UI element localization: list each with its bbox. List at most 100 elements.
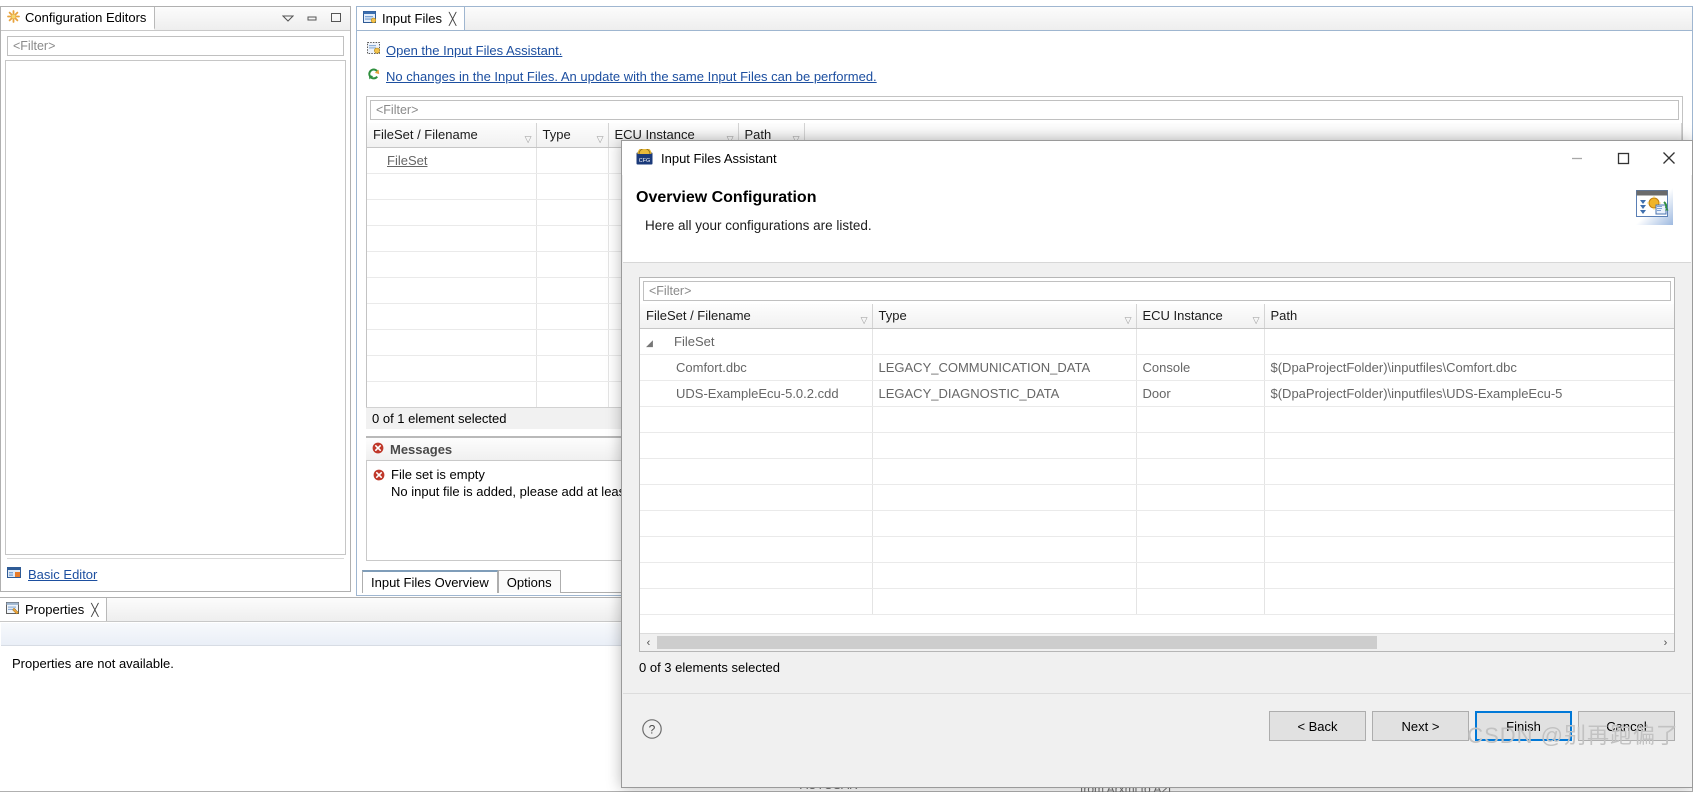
divider bbox=[7, 558, 344, 559]
input-files-filter-input[interactable]: <Filter> bbox=[370, 100, 1679, 120]
column-header-type[interactable]: Type ▽ bbox=[872, 304, 1137, 329]
tab-input-files[interactable]: Input Files ╳ bbox=[357, 7, 466, 30]
table-row[interactable]: UDS-ExampleEcu-5.0.2.cdd LEGACY_DIAGNOSTI… bbox=[640, 380, 1674, 407]
back-button[interactable]: < Back bbox=[1269, 711, 1366, 741]
table-row[interactable] bbox=[640, 484, 1674, 511]
horizontal-scrollbar[interactable]: ‹ › bbox=[640, 633, 1674, 651]
column-header-path[interactable]: Path bbox=[1264, 304, 1674, 329]
open-assistant-row[interactable]: Open the Input Files Assistant. bbox=[367, 42, 1692, 58]
column-header-type[interactable]: Type ▽ bbox=[536, 123, 609, 148]
cell-path bbox=[1264, 432, 1674, 459]
cell-type bbox=[536, 303, 609, 330]
configuration-editors-body: <Filter> Basic Editor bbox=[1, 32, 350, 591]
scroll-left-icon[interactable]: ‹ bbox=[640, 637, 657, 649]
filter-icon[interactable]: ▽ bbox=[861, 315, 868, 326]
tab-options[interactable]: Options bbox=[497, 570, 561, 593]
close-button[interactable] bbox=[1646, 142, 1692, 175]
cell-fileset bbox=[640, 536, 873, 563]
cell-path bbox=[1264, 458, 1674, 485]
dialog-subheading: Here all your configurations are listed. bbox=[645, 218, 872, 233]
cell-type bbox=[872, 536, 1137, 563]
cell-path bbox=[1264, 510, 1674, 537]
help-icon[interactable]: ? bbox=[641, 718, 663, 743]
tab-properties[interactable]: Properties ╳ bbox=[0, 598, 108, 621]
cell-fileset: Comfort.dbc bbox=[640, 354, 873, 381]
filter-icon[interactable]: ▽ bbox=[525, 134, 532, 145]
cell-fileset bbox=[640, 484, 873, 511]
properties-icon bbox=[6, 601, 20, 618]
cancel-button[interactable]: Cancel bbox=[1578, 711, 1675, 741]
finish-button[interactable]: Finish bbox=[1475, 711, 1572, 741]
cell-ecu bbox=[1136, 328, 1265, 355]
configurations-grid: FileSet / Filename ▽ Type ▽ ECU Instance… bbox=[640, 304, 1674, 615]
no-changes-row[interactable]: No changes in the Input Files. An update… bbox=[367, 68, 1692, 84]
dialog-title: Input Files Assistant bbox=[661, 150, 777, 166]
close-icon[interactable]: ╳ bbox=[91, 603, 98, 617]
filter-icon[interactable]: ▽ bbox=[597, 134, 604, 145]
column-header-fileset[interactable]: FileSet / Filename ▽ bbox=[640, 304, 873, 329]
cell-fileset bbox=[367, 277, 537, 304]
dialog-filter-input[interactable]: <Filter> bbox=[643, 281, 1671, 301]
column-header-fileset[interactable]: FileSet / Filename ▽ bbox=[367, 123, 537, 148]
basic-editor-row[interactable]: Basic Editor bbox=[7, 566, 97, 583]
cell-type bbox=[536, 225, 609, 252]
scrollbar-thumb[interactable] bbox=[657, 636, 1377, 649]
dialog-heading: Overview Configuration bbox=[636, 189, 817, 206]
next-button[interactable]: Next > bbox=[1372, 711, 1469, 741]
cell-type bbox=[536, 251, 609, 278]
cell-ecu bbox=[1136, 536, 1265, 563]
configuration-editors-view: Configuration Editors <Filter> Basic Edi… bbox=[0, 6, 351, 592]
dialog-titlebar[interactable]: CFG Input Files Assistant bbox=[622, 141, 1692, 175]
cell-ecu bbox=[1136, 458, 1265, 485]
configuration-editors-tree[interactable] bbox=[5, 60, 346, 555]
error-icon bbox=[372, 442, 384, 457]
column-header-ecu-instance[interactable]: ECU Instance ▽ bbox=[1136, 304, 1265, 329]
cell-type bbox=[536, 329, 609, 356]
no-changes-link[interactable]: No changes in the Input Files. An update… bbox=[386, 69, 877, 84]
minimize-button[interactable] bbox=[1554, 142, 1600, 175]
dialog-actions: < Back Next > Finish Cancel bbox=[1269, 711, 1675, 741]
tab-input-files-overview[interactable]: Input Files Overview bbox=[362, 570, 498, 593]
table-row[interactable] bbox=[640, 536, 1674, 563]
filter-icon[interactable]: ▽ bbox=[1253, 315, 1260, 326]
input-files-icon bbox=[363, 10, 377, 27]
dialog-content: <Filter> FileSet / Filename ▽ Type ▽ ECU… bbox=[623, 264, 1691, 694]
table-row[interactable]: Comfort.dbc LEGACY_COMMUNICATION_DATA Cons… bbox=[640, 354, 1674, 381]
cell-fileset bbox=[640, 406, 873, 433]
maximize-icon[interactable] bbox=[330, 11, 342, 26]
scroll-right-icon[interactable]: › bbox=[1657, 637, 1674, 649]
scrollbar-track[interactable] bbox=[657, 635, 1657, 650]
table-row[interactable] bbox=[640, 458, 1674, 485]
view-menu-icon[interactable] bbox=[281, 11, 295, 26]
configuration-editors-tabbar: Configuration Editors bbox=[1, 7, 350, 31]
tab-configuration-editors[interactable]: Configuration Editors bbox=[1, 7, 156, 30]
cell-type: LEGACY_DIAGNOSTIC_DATA bbox=[872, 380, 1137, 407]
tab-label: Properties bbox=[25, 602, 85, 617]
cfg-app-icon: CFG bbox=[636, 146, 653, 168]
cell-type: LEGACY_COMMUNICATION_DATA bbox=[872, 354, 1137, 381]
minimize-icon[interactable] bbox=[306, 11, 318, 26]
table-row[interactable] bbox=[640, 562, 1674, 589]
cell-ecu bbox=[1136, 588, 1265, 615]
cell-type bbox=[536, 355, 609, 382]
open-input-files-assistant-link[interactable]: Open the Input Files Assistant. bbox=[386, 43, 562, 58]
message-detail: No input file is added, please add at le… bbox=[391, 484, 640, 499]
table-row[interactable] bbox=[640, 406, 1674, 433]
filter-icon[interactable]: ▽ bbox=[1125, 315, 1132, 326]
table-row[interactable] bbox=[640, 588, 1674, 615]
maximize-button[interactable] bbox=[1600, 142, 1646, 175]
basic-editor-link[interactable]: Basic Editor bbox=[28, 567, 97, 582]
expander-icon[interactable]: ◢ bbox=[646, 338, 662, 349]
cell-fileset: ◢ FileSet bbox=[640, 328, 873, 355]
close-icon[interactable]: ╳ bbox=[449, 12, 456, 26]
configurations-scroll-area[interactable]: FileSet / Filename ▽ Type ▽ ECU Instance… bbox=[640, 301, 1674, 633]
table-row[interactable]: ◢ FileSet bbox=[640, 328, 1674, 355]
cell-fileset bbox=[367, 381, 537, 408]
table-row[interactable] bbox=[640, 510, 1674, 537]
table-row[interactable] bbox=[640, 432, 1674, 459]
configuration-editors-filter-input[interactable]: <Filter> bbox=[7, 36, 344, 56]
svg-text:?: ? bbox=[649, 723, 656, 737]
dialog-selection-status: 0 of 3 elements selected bbox=[639, 656, 1675, 678]
cell-type bbox=[872, 562, 1137, 589]
cell-type bbox=[872, 432, 1137, 459]
